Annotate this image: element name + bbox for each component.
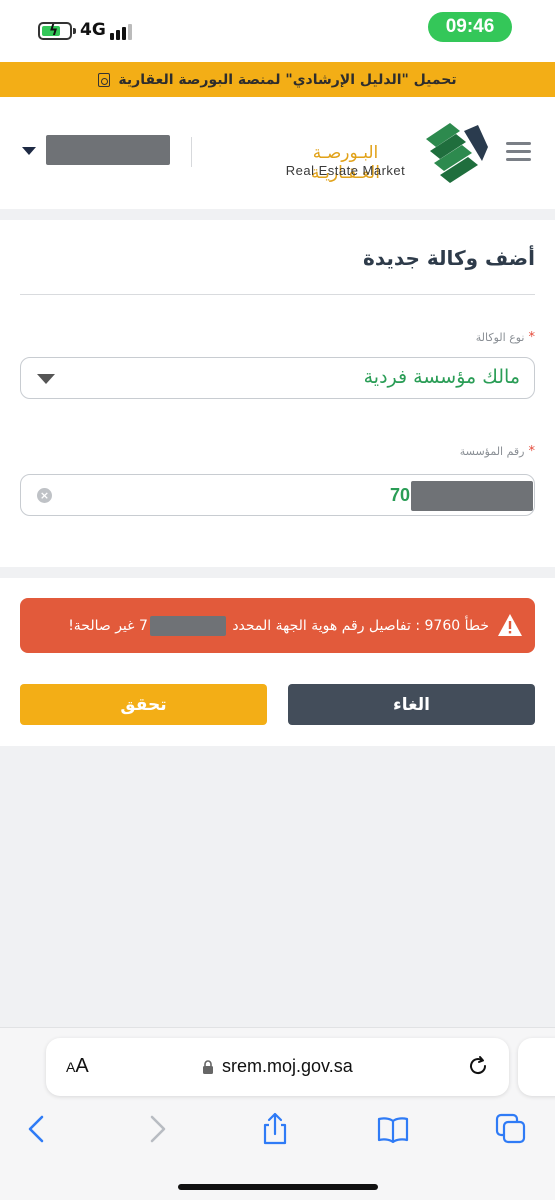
action-section: خطأ 9760 : تفاصيل رقم هوية الجهة المحدد … xyxy=(0,578,555,746)
back-icon[interactable] xyxy=(20,1112,54,1146)
error-id-redacted xyxy=(149,616,226,636)
reader-settings-button[interactable]: AA xyxy=(66,1055,89,1078)
guide-download-banner[interactable]: تحميل "الدليل الإرشادي" لمنصة البورصة ال… xyxy=(0,62,555,97)
establishment-number-label: *رقم المؤسسة xyxy=(459,444,536,459)
url-text: srem.moj.gov.sa xyxy=(222,1056,353,1076)
error-alert: خطأ 9760 : تفاصيل رقم هوية الجهة المحدد … xyxy=(20,598,535,653)
share-icon[interactable] xyxy=(258,1112,292,1146)
add-agency-form: أضف وكالة جديدة *نوع الوكالة مالك مؤسسة … xyxy=(0,220,555,567)
user-name-redacted[interactable] xyxy=(46,135,170,165)
agency-type-value: مالك مؤسسة فردية xyxy=(363,366,520,388)
banner-text: تحميل "الدليل الإرشادي" لمنصة البورصة ال… xyxy=(118,71,457,88)
input-value-redacted xyxy=(411,481,533,511)
warning-icon xyxy=(498,614,522,636)
chevron-down-icon xyxy=(37,374,55,384)
establishment-number-input[interactable]: 70 × xyxy=(20,474,535,516)
header-divider xyxy=(191,137,192,167)
logo-english: Real Estate Market xyxy=(285,163,406,178)
title-divider xyxy=(20,294,535,295)
agency-type-select[interactable]: مالك مؤسسة فردية xyxy=(20,357,535,399)
menu-icon[interactable] xyxy=(506,142,531,162)
clear-icon[interactable]: × xyxy=(37,488,52,503)
next-tab-preview[interactable] xyxy=(518,1038,555,1096)
error-message: خطأ 9760 : تفاصيل رقم هوية الجهة المحدد … xyxy=(68,616,489,636)
site-header: البـورصـة العـقـاريـة Real Estate Market xyxy=(0,97,555,209)
chevron-down-icon[interactable] xyxy=(22,147,36,155)
pdf-icon xyxy=(98,72,111,87)
page-title: أضف وكالة جديدة xyxy=(363,246,535,270)
agency-type-label: *نوع الوكالة xyxy=(475,330,536,345)
required-mark: * xyxy=(528,444,536,459)
status-time: 09:46 xyxy=(428,12,512,42)
cancel-button[interactable]: الغاء xyxy=(288,684,535,725)
establishment-number-value: 70 xyxy=(389,485,410,505)
tabs-icon[interactable] xyxy=(494,1112,528,1146)
network-indicator: 4G xyxy=(80,20,106,40)
status-bar: ϟ 4G 09:46 xyxy=(0,0,555,62)
home-indicator xyxy=(178,1184,378,1190)
bookmarks-icon[interactable] xyxy=(376,1112,410,1146)
verify-button[interactable]: تحقق xyxy=(20,684,267,725)
signal-icon xyxy=(110,23,136,40)
battery-icon: ϟ xyxy=(38,22,76,40)
browser-toolbar xyxy=(0,1112,555,1152)
forward-icon[interactable] xyxy=(140,1112,174,1146)
reload-icon[interactable] xyxy=(466,1054,490,1078)
required-mark: * xyxy=(528,330,536,345)
logo-icon xyxy=(426,123,488,183)
address-bar[interactable]: AA srem.moj.gov.sa xyxy=(46,1038,509,1096)
browser-chrome: AA srem.moj.gov.sa xyxy=(0,1027,555,1200)
lock-icon xyxy=(203,1060,213,1074)
